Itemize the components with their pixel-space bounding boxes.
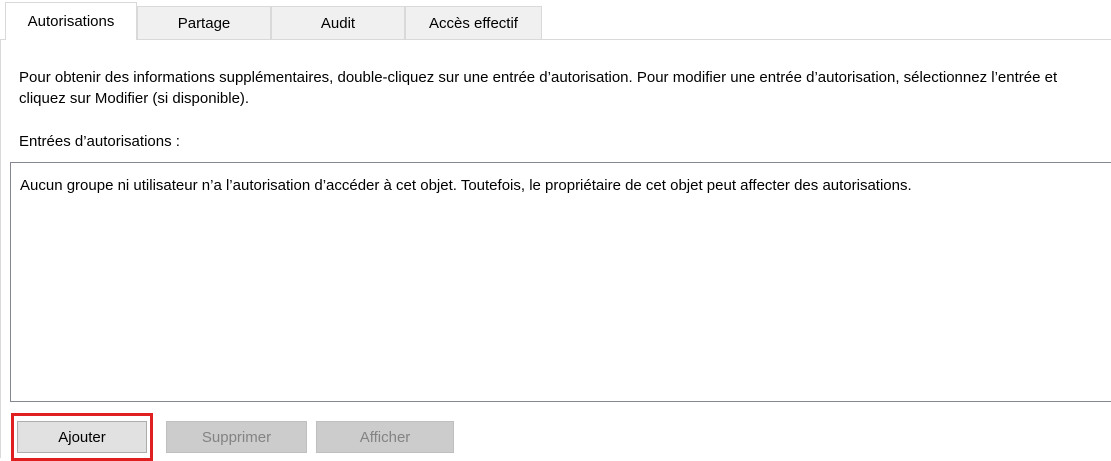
tab-autorisations[interactable]: Autorisations [5, 2, 137, 40]
entries-label: Entrées d’autorisations : [19, 133, 180, 150]
remove-button[interactable]: Supprimer [166, 421, 307, 453]
entries-empty-message: Aucun groupe ni utilisateur n’a l’autori… [20, 177, 912, 194]
tab-acces-effectif[interactable]: Accès effectif [405, 6, 542, 39]
tab-strip: Autorisations Partage Audit Accès effect… [0, 0, 1111, 40]
view-button[interactable]: Afficher [316, 421, 454, 453]
tab-divider [0, 39, 1111, 40]
permission-entries-list[interactable]: Aucun groupe ni utilisateur n’a l’autori… [10, 162, 1111, 402]
add-button[interactable]: Ajouter [17, 421, 147, 453]
help-text: Pour obtenir des informations supplément… [19, 69, 1058, 107]
tab-partage[interactable]: Partage [137, 6, 271, 39]
tab-audit[interactable]: Audit [271, 6, 405, 39]
